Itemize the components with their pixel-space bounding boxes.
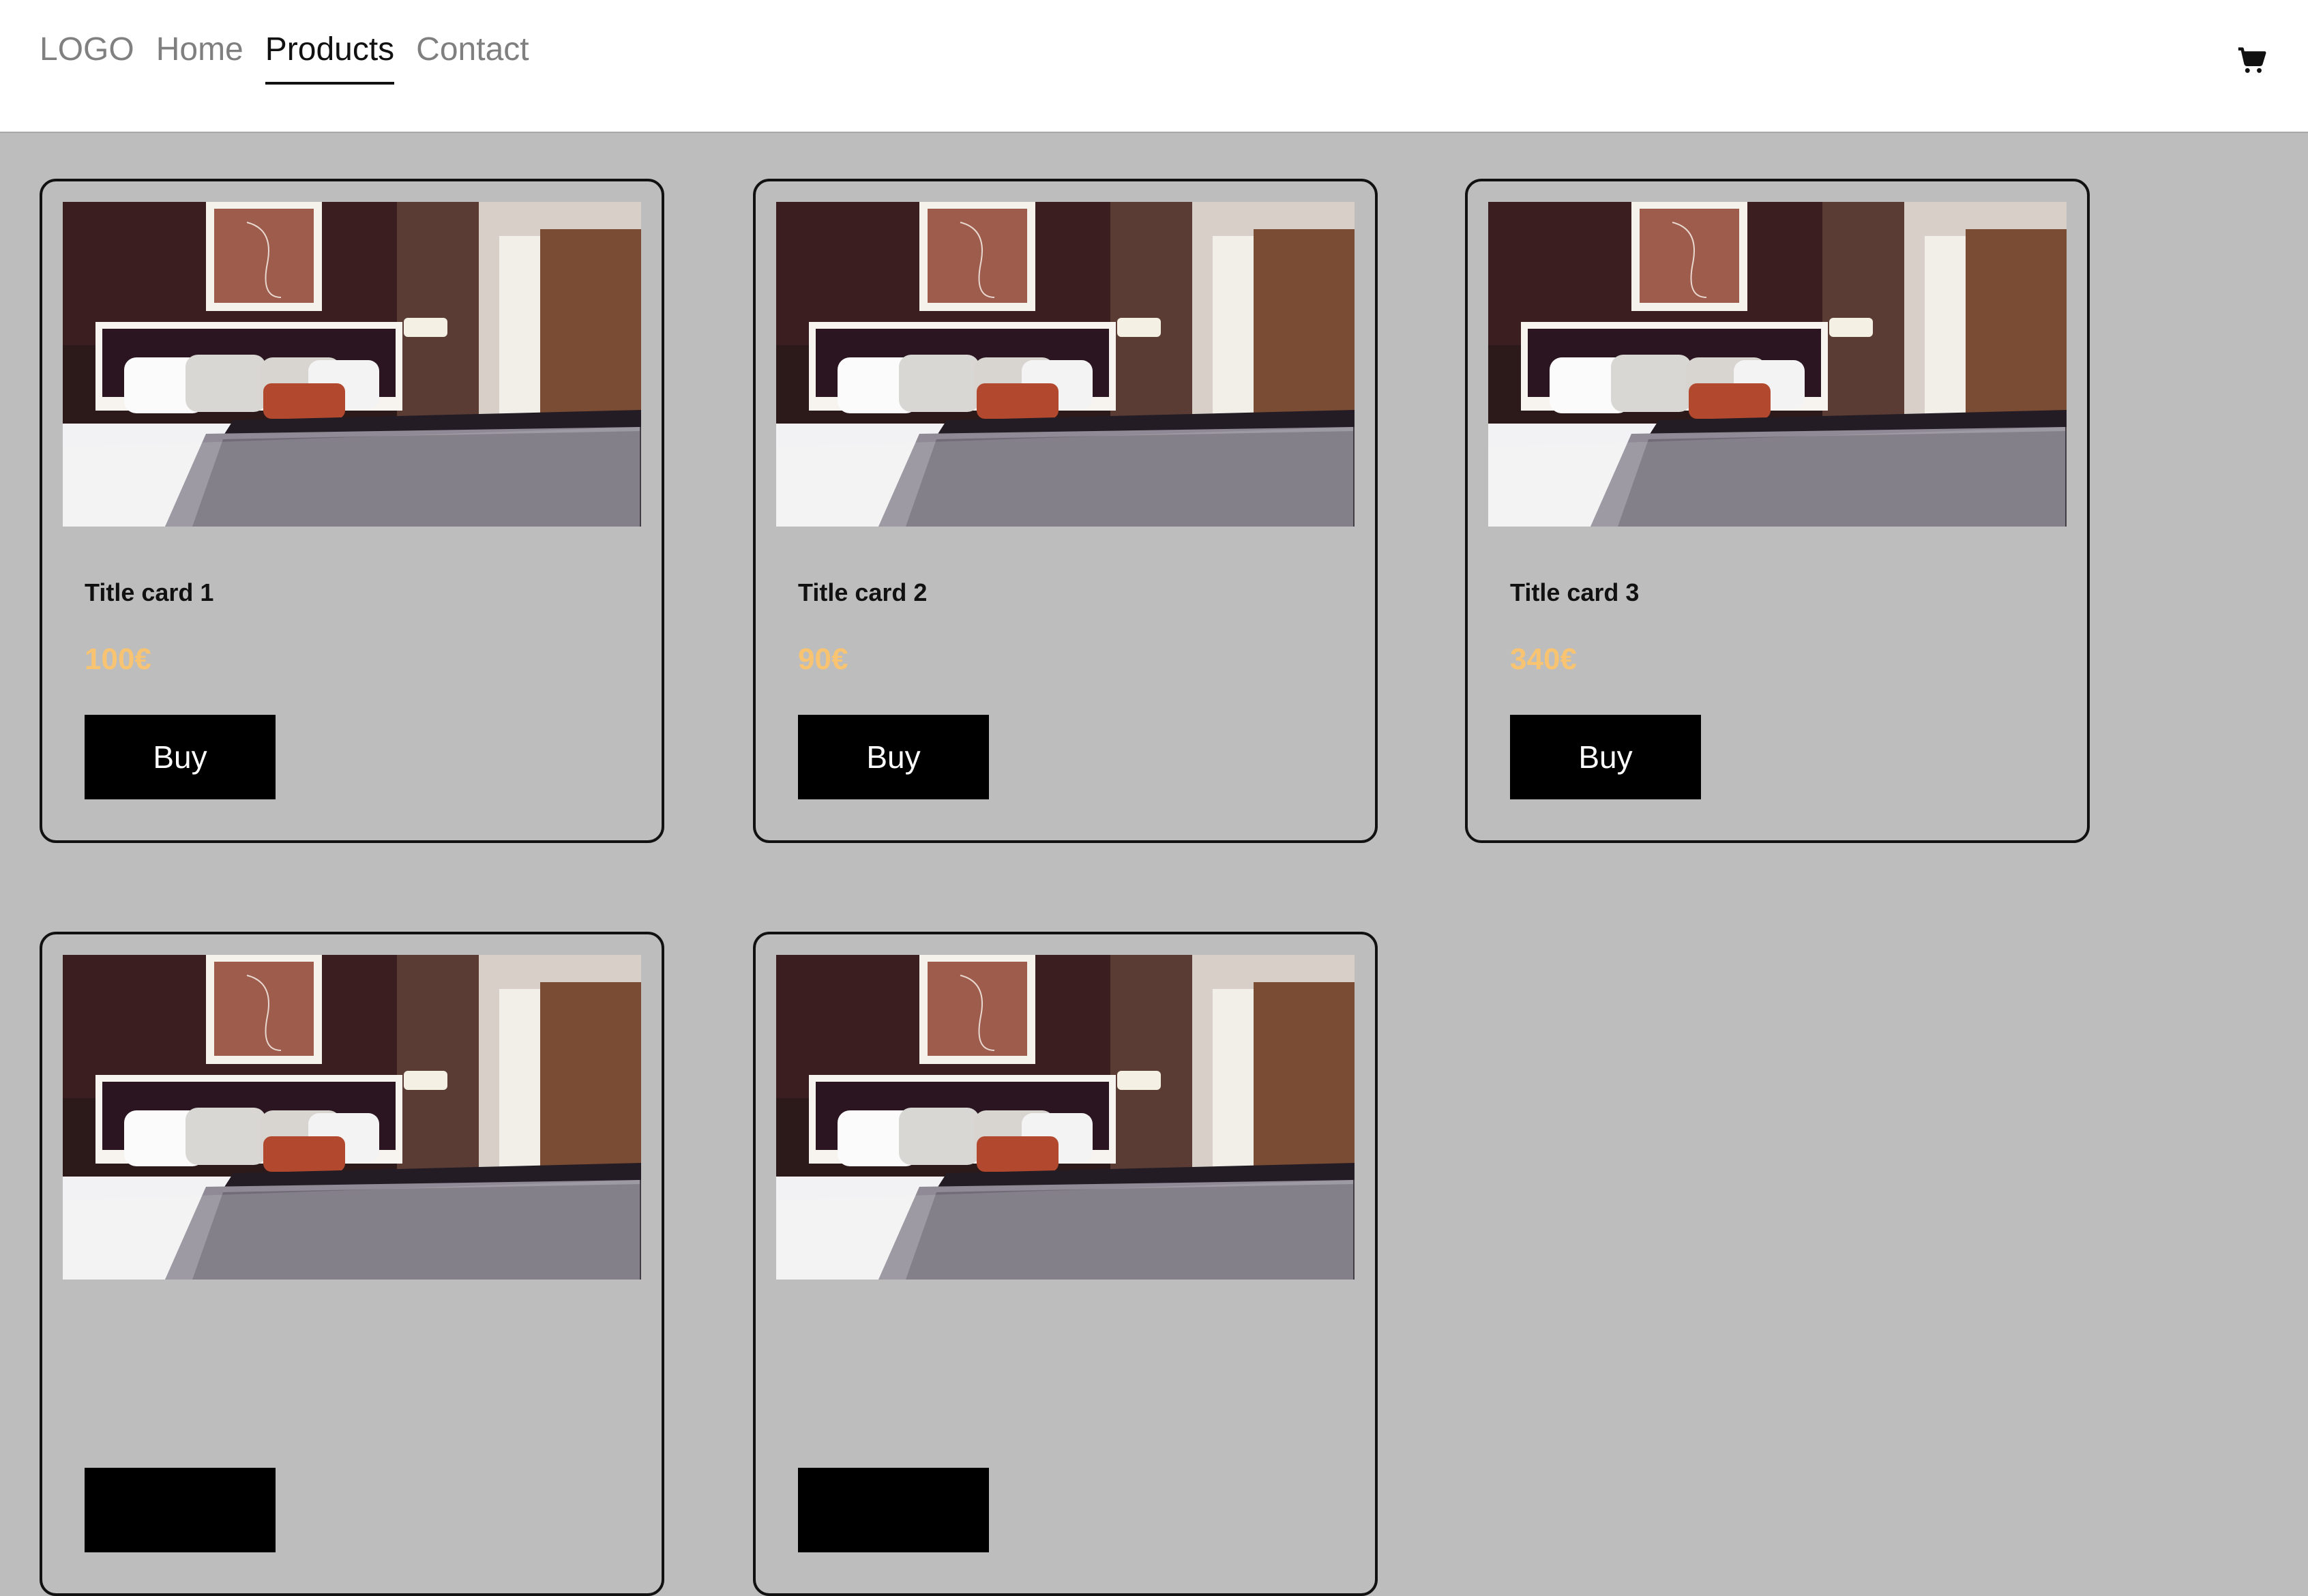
buy-button[interactable]: Buy	[85, 715, 276, 799]
nav-link-products[interactable]: Products	[265, 26, 395, 85]
product-card	[753, 932, 1378, 1596]
product-image	[776, 955, 1355, 1280]
product-image	[63, 955, 641, 1280]
product-card	[40, 932, 664, 1596]
main-nav: LOGO Home Products Contact	[40, 26, 529, 85]
product-title: Title card 2	[798, 578, 928, 606]
product-card: Title card 3 340€ Buy	[1465, 179, 2090, 843]
nav-link-home[interactable]: Home	[156, 26, 243, 85]
nav-link-contact[interactable]: Contact	[416, 26, 529, 85]
shopping-cart-icon[interactable]	[2236, 45, 2267, 76]
buy-button[interactable]: Buy	[1510, 715, 1701, 799]
product-image	[63, 202, 641, 527]
logo[interactable]: LOGO	[40, 26, 134, 85]
buy-button[interactable]: Buy	[798, 715, 989, 799]
product-image	[776, 202, 1355, 527]
product-title: Title card 3	[1510, 578, 1640, 606]
product-price: 100€	[85, 642, 151, 676]
top-navbar: LOGO Home Products Contact	[0, 0, 2308, 133]
buy-button[interactable]	[798, 1468, 989, 1552]
product-image	[1488, 202, 2067, 527]
buy-button[interactable]	[85, 1468, 276, 1552]
product-price: 340€	[1510, 642, 1577, 676]
product-price: 90€	[798, 642, 848, 676]
product-card: Title card 1 100€ Buy	[40, 179, 664, 843]
product-title: Title card 1	[85, 578, 214, 606]
product-card: Title card 2 90€ Buy	[753, 179, 1378, 843]
